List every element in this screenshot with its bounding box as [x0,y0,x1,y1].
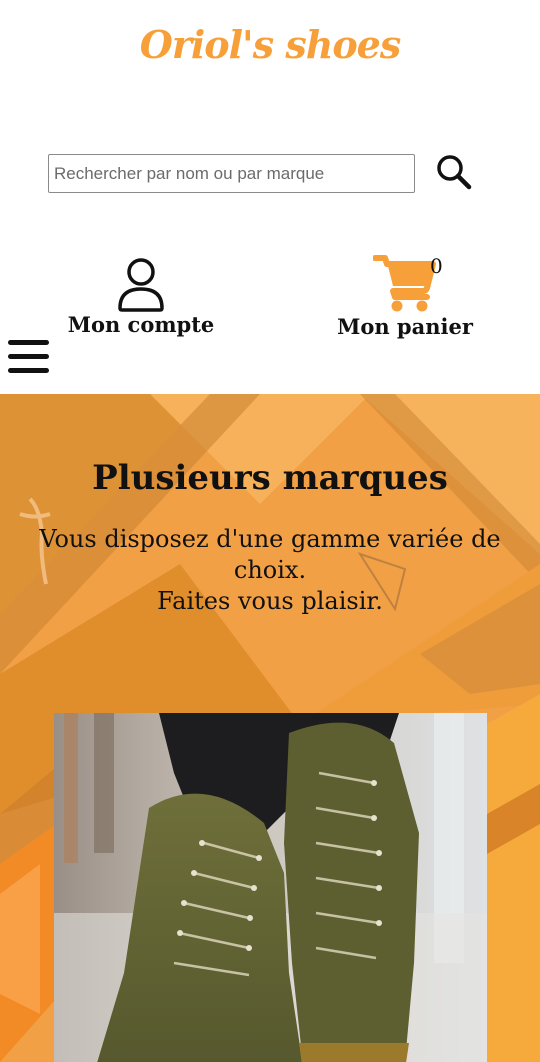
hero-subtitle: Vous disposez d'une gamme variée de choi… [0,524,540,617]
brand-logo[interactable]: Oriol's shoes [0,22,540,67]
search-input[interactable] [48,154,415,193]
search-icon [437,155,472,190]
cart-icon [373,255,436,312]
user-icon [118,258,164,312]
hero-banner: Plusieurs marques Vous disposez d'une ga… [0,394,540,1062]
sneaker-photo-illustration [54,713,487,1062]
hero-subtitle-line-1: Vous disposez d'une gamme variée de choi… [39,525,501,584]
menu-button[interactable] [8,340,50,378]
account-link[interactable]: Mon compte [60,256,222,337]
product-image[interactable] [54,713,487,1062]
search-button[interactable] [434,153,474,191]
account-label: Mon compte [67,312,215,337]
cart-count-badge: 0 [430,254,443,278]
cart-label: Mon panier [337,314,473,339]
hero-subtitle-line-2: Faites vous plaisir. [157,587,383,615]
hero-title: Plusieurs marques [92,458,448,498]
hamburger-icon [8,340,50,373]
cart-link[interactable]: 0 Mon panier [330,254,480,339]
site-header: Oriol's shoes Mon compte 0 Mon panier [0,0,540,394]
